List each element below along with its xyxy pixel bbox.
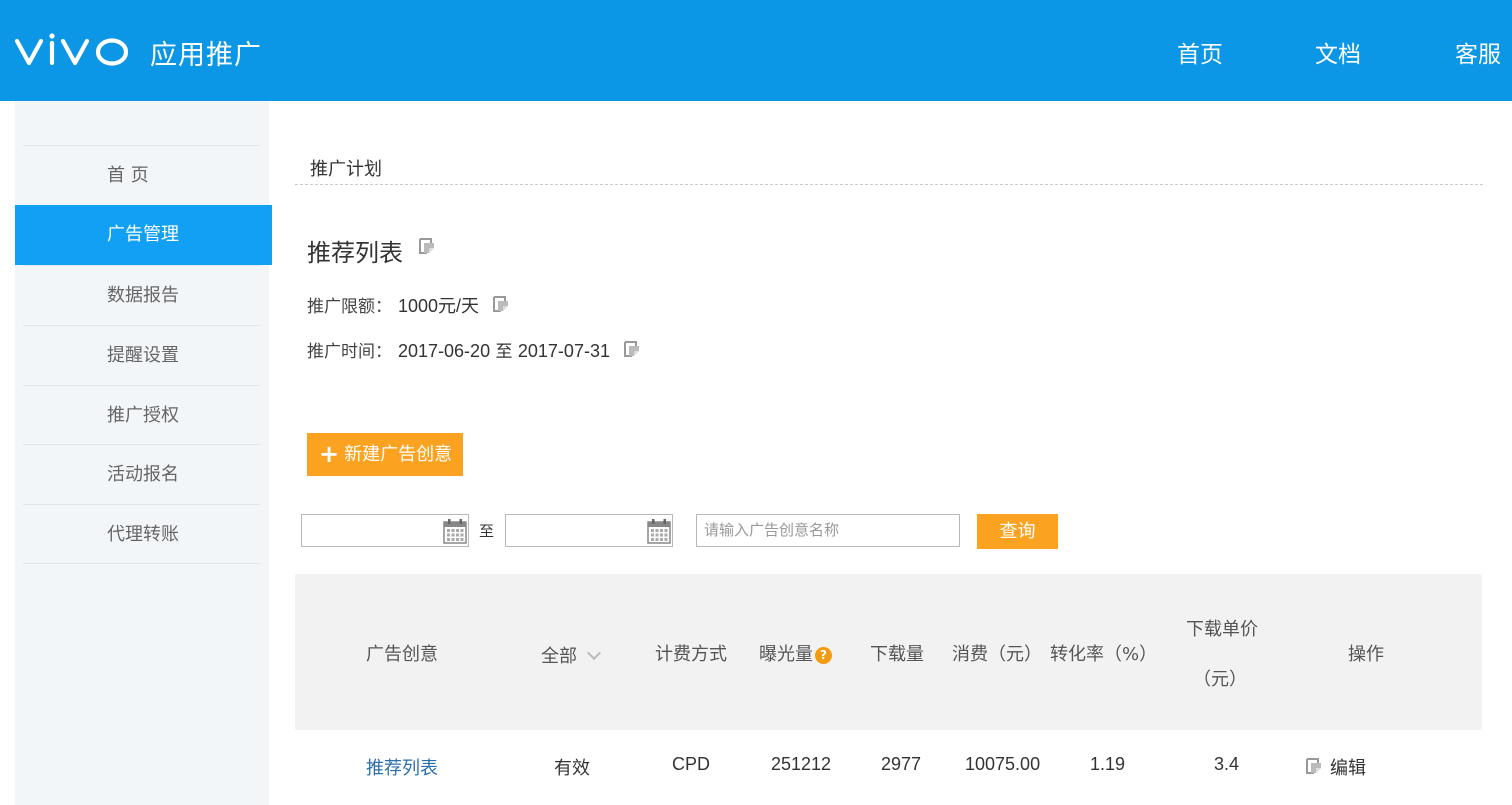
col-creative: 广告创意	[366, 644, 438, 665]
top-header: 应用推广 首页 文档 客服	[0, 0, 1512, 101]
breadcrumb[interactable]: 推广计划	[310, 155, 382, 181]
sidebar-item-event-signup[interactable]: 活动报名	[23, 444, 260, 504]
time-label: 推广时间：	[307, 342, 392, 362]
status-cell: 有效	[554, 758, 590, 779]
app-title: 应用推广	[150, 40, 262, 71]
budget-row: 推广限额： 1000元/天	[307, 292, 479, 318]
unit-price-cell: 3.4	[1214, 754, 1240, 774]
nav-home[interactable]: 首页	[1177, 35, 1223, 69]
new-creative-button[interactable]: + 新建广告创意	[307, 433, 463, 476]
sidebar-item-reminder-settings[interactable]: 提醒设置	[23, 325, 260, 385]
edit-budget-icon[interactable]	[492, 295, 510, 313]
help-icon[interactable]: ?	[815, 647, 832, 664]
query-button[interactable]: 查询	[977, 514, 1058, 549]
chevron-down-icon	[586, 645, 602, 661]
billing-cell: CPD	[672, 754, 711, 774]
creative-name-search-input[interactable]: 请输入广告创意名称	[696, 514, 960, 547]
table-row: 推荐列表 有效 CPD 251212 2977 10075.00 1.19 3.…	[295, 730, 1482, 805]
nav-support[interactable]: 客服	[1455, 35, 1501, 69]
edit-time-icon[interactable]	[623, 340, 641, 358]
date-range-separator: 至	[479, 522, 495, 540]
calendar-icon[interactable]	[647, 518, 671, 544]
col-conversion: 转化率（%）	[1050, 644, 1158, 665]
col-status-filter[interactable]: 全部	[541, 642, 602, 668]
edit-icon[interactable]	[1305, 757, 1323, 775]
cost-cell: 10075.00	[965, 754, 1041, 774]
time-separator: 至	[495, 342, 513, 362]
plus-icon: +	[319, 440, 340, 468]
nav-docs[interactable]: 文档	[1315, 35, 1361, 69]
col-actions: 操作	[1348, 644, 1384, 665]
creative-name-link[interactable]: 推荐列表	[366, 754, 438, 780]
sidebar-item-ad-management[interactable]: 广告管理	[15, 205, 272, 265]
sidebar-item-home[interactable]: 首 页	[23, 145, 260, 205]
start-date-input[interactable]	[301, 514, 469, 547]
sidebar: 首 页 广告管理 数据报告 提醒设置 推广授权 活动报名 代理转账	[15, 101, 272, 805]
sidebar-item-promotion-auth[interactable]: 推广授权	[23, 385, 260, 445]
budget-value: 1000元/天	[398, 296, 480, 316]
conversion-cell: 1.19	[1090, 754, 1126, 774]
col-cost: 消费（元）	[952, 644, 1042, 665]
sidebar-item-data-report[interactable]: 数据报告	[23, 265, 260, 325]
end-date-input[interactable]	[505, 514, 673, 547]
budget-label: 推广限额：	[307, 297, 392, 317]
calendar-icon[interactable]	[443, 518, 467, 544]
vivo-logo[interactable]	[14, 32, 130, 72]
time-row: 推广时间： 2017-06-20 至 2017-07-31	[307, 337, 610, 362]
col-unit-price-line2: （元）	[1193, 669, 1247, 690]
impressions-label: 曝光量	[759, 644, 813, 665]
divider	[295, 184, 1483, 185]
col-downloads: 下载量	[870, 644, 924, 665]
time-end: 2017-07-31	[517, 341, 610, 361]
downloads-cell: 2977	[881, 754, 922, 774]
edit-icon[interactable]	[418, 237, 436, 255]
new-creative-label: 新建广告创意	[344, 444, 453, 465]
impressions-cell: 251212	[771, 754, 832, 774]
col-unit-price-line1: 下载单价	[1186, 619, 1258, 640]
page-title: 推荐列表	[307, 239, 403, 267]
sidebar-item-agent-transfer[interactable]: 代理转账	[23, 504, 260, 564]
table-header: 广告创意 全部 计费方式 曝光量? 下载量 消费（元） 转化率（%） 下载单价 …	[295, 574, 1482, 730]
time-start: 2017-06-20	[398, 341, 491, 361]
status-filter-label: 全部	[541, 646, 577, 667]
col-impressions: 曝光量?	[759, 640, 832, 666]
edit-action-link[interactable]: 编辑	[1330, 754, 1366, 780]
col-billing: 计费方式	[655, 644, 727, 665]
